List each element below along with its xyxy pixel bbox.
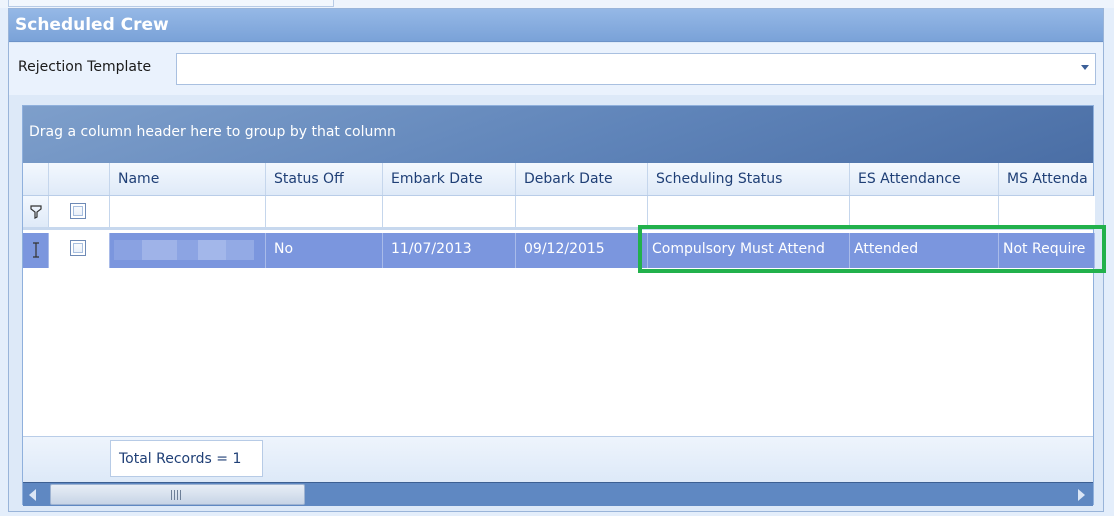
- filter-status-off[interactable]: [266, 196, 383, 227]
- filter-ms-attendance[interactable]: [999, 196, 1095, 227]
- horizontal-scrollbar[interactable]: [23, 482, 1093, 506]
- select-all-cell[interactable]: [49, 196, 110, 227]
- text-cursor-icon: [23, 233, 49, 268]
- column-header-status-off[interactable]: Status Off: [266, 163, 383, 195]
- row-select-cell[interactable]: [49, 233, 110, 268]
- row-checkbox[interactable]: [70, 239, 86, 256]
- chevron-down-icon[interactable]: [1081, 65, 1089, 70]
- grid-footer: Total Records = 1: [23, 436, 1093, 482]
- column-headers: Name Status Off Embark Date Debark Date …: [23, 163, 1093, 196]
- filter-scheduling-status[interactable]: [648, 196, 850, 227]
- filter-debark-date[interactable]: [516, 196, 648, 227]
- filter-embark-date[interactable]: [383, 196, 516, 227]
- blurred-name: [114, 240, 254, 260]
- select-header[interactable]: [49, 163, 110, 195]
- crew-grid: Drag a column header here to group by th…: [22, 105, 1095, 506]
- funnel-icon: [23, 196, 49, 227]
- rejection-template-row: Rejection Template: [9, 43, 1103, 95]
- scroll-right-icon[interactable]: [1078, 489, 1085, 501]
- cell-embark-date[interactable]: 11/07/2013: [383, 233, 516, 268]
- column-header-name[interactable]: Name: [110, 163, 266, 195]
- cell-scheduling-status[interactable]: Compulsory Must Attend: [648, 233, 850, 268]
- grip-icon: [171, 490, 183, 500]
- rejection-template-combo[interactable]: [176, 53, 1096, 85]
- cell-es-attendance[interactable]: Attended: [850, 233, 999, 268]
- panel-title: Scheduled Crew: [9, 9, 1103, 42]
- scroll-thumb[interactable]: [50, 484, 305, 505]
- filter-es-attendance[interactable]: [850, 196, 999, 227]
- scroll-left-icon[interactable]: [29, 489, 36, 501]
- filter-row: [23, 196, 1095, 230]
- column-header-debark-date[interactable]: Debark Date: [516, 163, 648, 195]
- column-header-embark-date[interactable]: Embark Date: [383, 163, 516, 195]
- cell-status-off[interactable]: No: [266, 233, 383, 268]
- scheduled-crew-panel: Scheduled Crew Rejection Template Drag a…: [8, 8, 1104, 512]
- cell-name[interactable]: [110, 233, 266, 268]
- column-header-ms-attendance[interactable]: MS Attenda: [999, 163, 1095, 195]
- select-all-checkbox[interactable]: [70, 202, 86, 219]
- cell-debark-date[interactable]: 09/12/2015: [516, 233, 648, 268]
- tab-edge: [8, 0, 334, 7]
- cell-ms-attendance[interactable]: Not Require: [999, 233, 1095, 268]
- indicator-header: [23, 163, 49, 195]
- rejection-template-label: Rejection Template: [18, 59, 152, 75]
- column-header-es-attendance[interactable]: ES Attendance: [850, 163, 999, 195]
- total-records: Total Records = 1: [110, 440, 263, 477]
- table-row[interactable]: No 11/07/2013 09/12/2015 Compulsory Must…: [23, 233, 1095, 268]
- filter-name[interactable]: [110, 196, 266, 227]
- group-by-panel[interactable]: Drag a column header here to group by th…: [23, 106, 1093, 163]
- top-strip: [0, 0, 1114, 8]
- column-header-scheduling-status[interactable]: Scheduling Status: [648, 163, 850, 195]
